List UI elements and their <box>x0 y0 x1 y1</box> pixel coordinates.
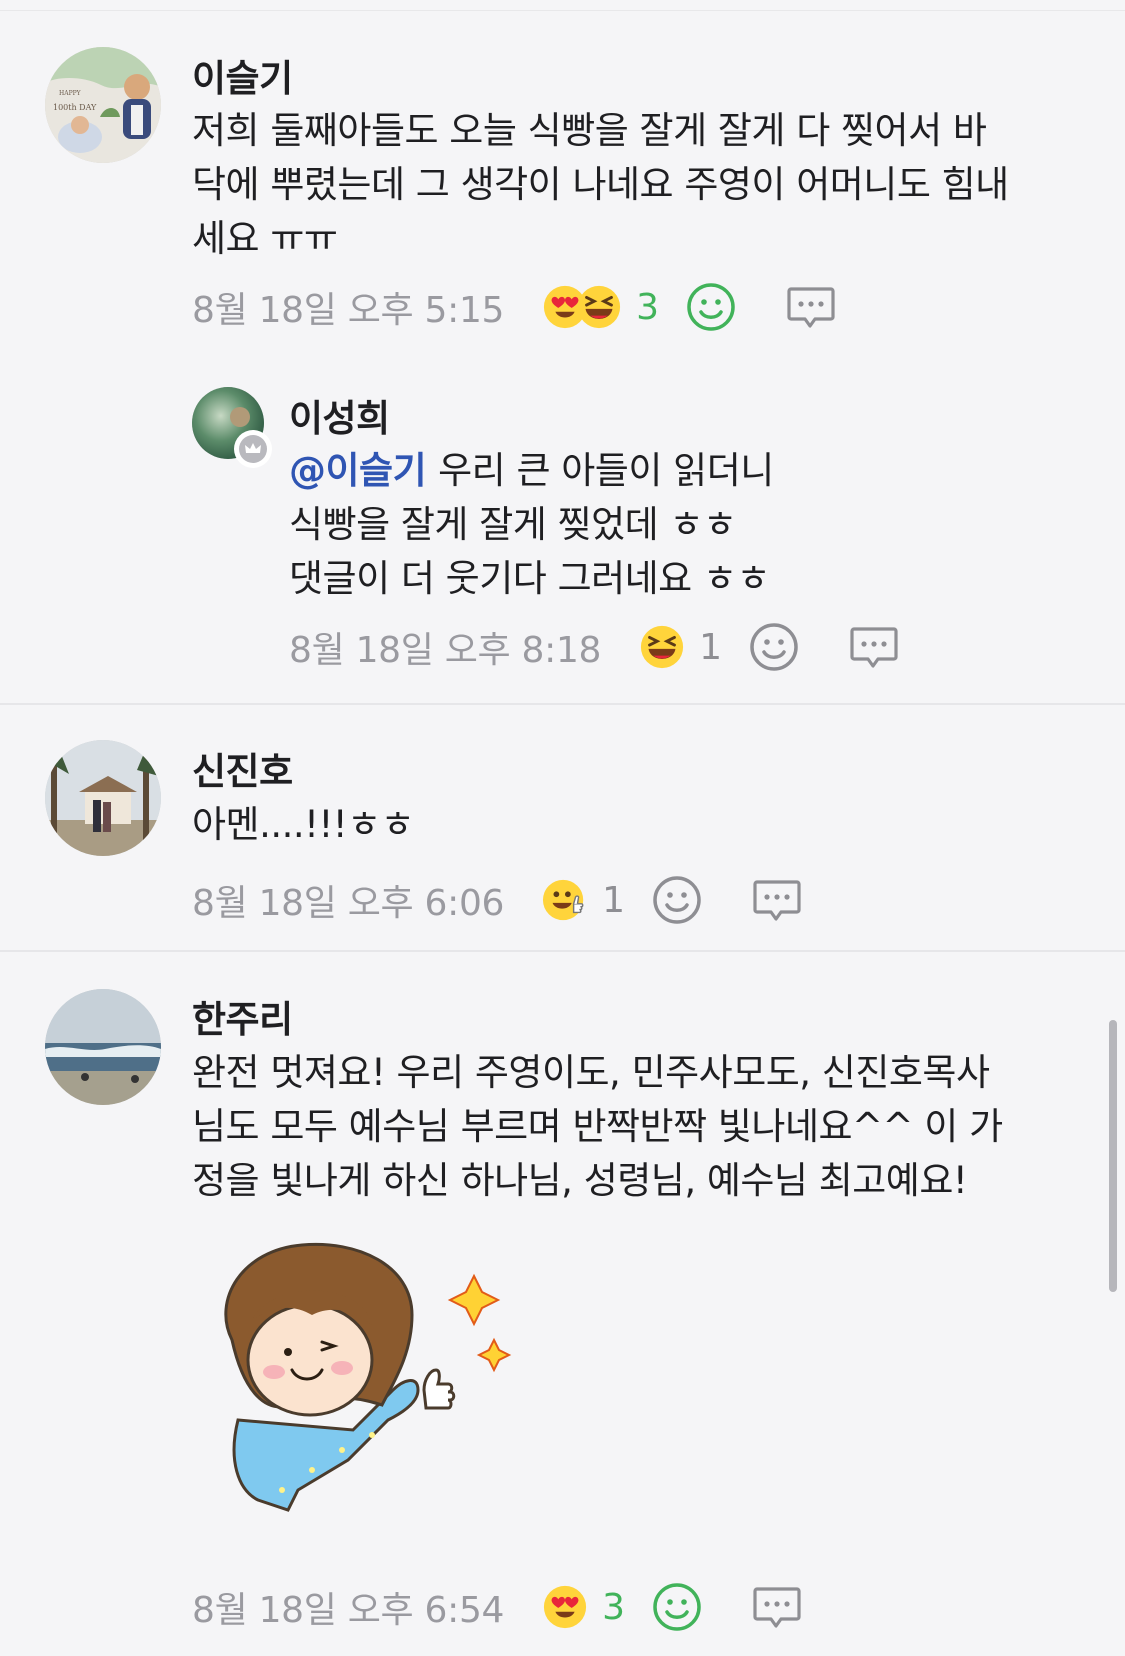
timestamp: 8월 18일 오후 5:15 <box>192 290 505 331</box>
timestamp: 8월 18일 오후 6:06 <box>192 883 505 924</box>
add-reaction-smile-icon[interactable] <box>651 1581 703 1633</box>
laughing-emoji-icon <box>639 624 685 670</box>
comment-text-line: 정을 빛나게 하신 하나님, 성령님, 예수님 최고예요! <box>192 1159 968 1202</box>
reaction-summary[interactable]: 1 <box>639 624 722 670</box>
comment-author[interactable]: 이성희 <box>289 388 390 442</box>
sticker-girl-thumbs-up[interactable] <box>192 1240 542 1530</box>
timestamp: 8월 18일 오후 8:18 <box>289 630 602 671</box>
add-reaction-smile-icon[interactable] <box>685 281 737 333</box>
crown-icon <box>239 435 267 463</box>
comment-meta: 8월 18일 오후 6:06 1 <box>192 870 803 930</box>
reaction-count: 3 <box>636 286 660 328</box>
reply-item: 이성희 @이슬기 우리 큰 아들이 읽더니 식빵을 잘게 잘게 찢었데 ㅎㅎ 댓글… <box>0 360 1125 690</box>
comment-text: 저희 둘째아들도 오늘 식빵을 잘게 잘게 다 찢어서 바 닥에 뿌렸는데 그 … <box>192 104 1009 266</box>
comment-text-line: 아멘....!!!ㅎㅎ <box>192 803 415 846</box>
heart-eyes-emoji-icon <box>542 1584 588 1630</box>
comment-text-line: 세요 ㅠㅠ <box>192 217 338 260</box>
reply-bubble-icon[interactable] <box>785 281 837 333</box>
mention-link[interactable]: @이슬기 <box>289 449 427 492</box>
add-reaction-smile-icon[interactable] <box>748 621 800 673</box>
comment-text-line: 저희 둘째아들도 오늘 식빵을 잘게 잘게 다 찢어서 바 <box>192 109 987 152</box>
comment-text-line: 닥에 뿌렸는데 그 생각이 나네요 주영이 어머니도 힘내 <box>192 163 1009 206</box>
timestamp: 8월 18일 오후 6:54 <box>192 1590 505 1631</box>
comment-text-line: 완전 멋져요! 우리 주영이도, 민주사모도, 신진호목사 <box>192 1051 990 1094</box>
reaction-count: 1 <box>602 879 626 921</box>
comment-item: 100th DAY HAPPY 이슬기 저희 둘째아들도 오늘 식빵을 잘게 잘… <box>0 0 1125 331</box>
comment-text-line: 님도 모두 예수님 부르며 반짝반짝 빛나네요^^ 이 가 <box>192 1105 1003 1148</box>
comment-item: 신진호 아멘....!!!ㅎㅎ 8월 18일 오후 6:06 1 <box>0 705 1125 945</box>
reaction-summary[interactable]: 3 <box>542 1584 625 1630</box>
comment-author[interactable]: 신진호 <box>192 741 293 795</box>
thumbs-up-emoji-icon <box>542 877 588 923</box>
host-crown-badge <box>234 430 272 468</box>
reply-bubble-icon[interactable] <box>848 621 900 673</box>
comment-author[interactable]: 이슬기 <box>192 48 293 102</box>
avatar-caption: 100th DAY <box>53 103 97 112</box>
comment-text: 아멘....!!!ㅎㅎ <box>192 798 415 852</box>
reaction-summary[interactable]: 3 <box>542 284 659 330</box>
comment-text-line: 식빵을 잘게 잘게 찢었데 ㅎㅎ <box>289 503 737 546</box>
comment-text-line: 우리 큰 아들이 읽더니 <box>438 449 774 492</box>
avatar[interactable]: 100th DAY HAPPY <box>45 47 161 163</box>
avatar[interactable] <box>45 740 161 856</box>
reaction-count: 1 <box>699 626 723 668</box>
reaction-summary[interactable]: 1 <box>542 877 625 923</box>
comment-text: @이슬기 우리 큰 아들이 읽더니 식빵을 잘게 잘게 찢었데 ㅎㅎ 댓글이 더 … <box>289 444 774 606</box>
avatar-small-text: HAPPY <box>59 90 82 97</box>
reaction-count: 3 <box>602 1586 626 1628</box>
reply-bubble-icon[interactable] <box>751 874 803 926</box>
scrollbar[interactable] <box>1109 1020 1117 1292</box>
comment-meta: 8월 18일 오후 5:15 3 <box>192 277 837 337</box>
comment-text-line: 댓글이 더 웃기다 그러네요 ㅎㅎ <box>289 557 771 600</box>
comment-item: 한주리 완전 멋져요! 우리 주영이도, 민주사모도, 신진호목사 님도 모두 … <box>0 952 1125 1656</box>
comment-meta: 8월 18일 오후 6:54 3 <box>192 1577 803 1637</box>
avatar[interactable] <box>45 989 161 1105</box>
comment-author[interactable]: 한주리 <box>192 989 293 1043</box>
comment-text: 완전 멋져요! 우리 주영이도, 민주사모도, 신진호목사 님도 모두 예수님 … <box>192 1046 1003 1208</box>
laughing-emoji-icon <box>576 284 622 330</box>
comment-meta: 8월 18일 오후 8:18 1 <box>289 617 900 677</box>
reply-bubble-icon[interactable] <box>751 1581 803 1633</box>
add-reaction-smile-icon[interactable] <box>651 874 703 926</box>
